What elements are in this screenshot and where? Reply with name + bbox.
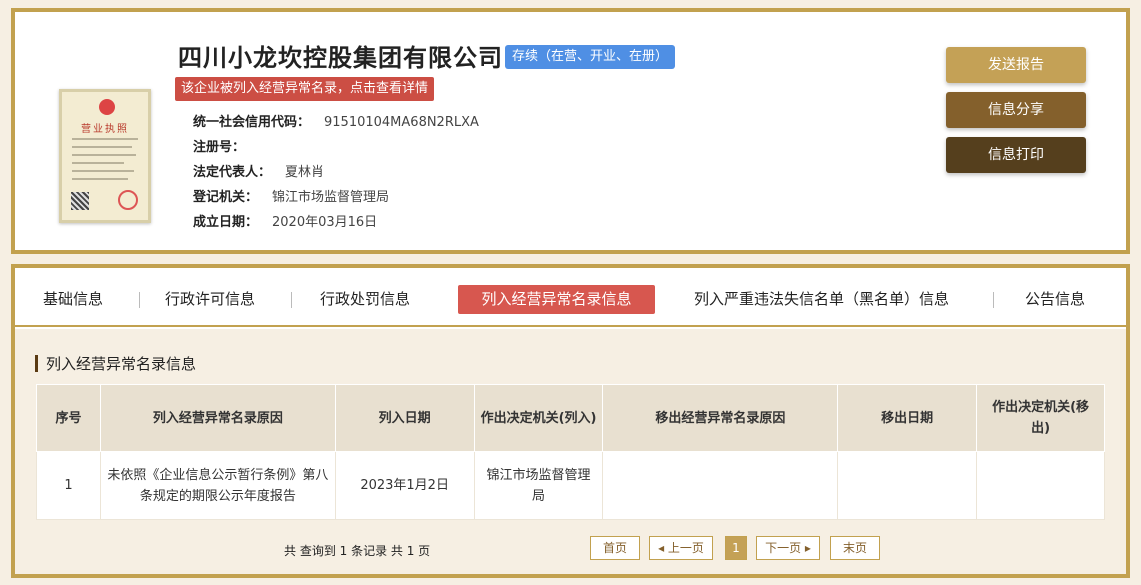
info-value: 锦江市场监督管理局	[272, 190, 390, 205]
license-line	[72, 170, 134, 172]
col-header-authority-in: 作出决定机关(列入)	[473, 384, 604, 452]
cell-authority-out	[976, 451, 1105, 520]
info-value: 夏林肖	[285, 165, 325, 180]
cell-date-in: 2023年1月2日	[334, 451, 475, 520]
tab-divider	[993, 292, 994, 308]
col-header-authority-out: 作出决定机关(移出)	[976, 384, 1105, 452]
license-title: 营业执照	[81, 124, 129, 135]
info-legal-rep: 法定代表人： 夏林肖	[193, 161, 324, 180]
qr-code-icon	[71, 192, 89, 210]
current-page-button[interactable]: 1	[725, 536, 747, 560]
national-emblem-icon	[99, 99, 115, 115]
status-badge: 存续（在营、开业、在册）	[505, 45, 676, 69]
cell-date-out	[837, 451, 978, 520]
tab-admin-penalty[interactable]: 行政处罚信息	[320, 285, 410, 314]
section-title: 列入经营异常名录信息	[46, 355, 197, 373]
send-report-button[interactable]: 发送报告	[946, 47, 1086, 83]
license-line	[72, 178, 128, 180]
info-label: 统一社会信用代码：	[193, 115, 311, 130]
info-value: 91510104MA68N2RLXA	[324, 115, 479, 130]
tab-blacklist[interactable]: 列入严重违法失信名单（黑名单）信息	[694, 285, 949, 314]
license-line	[72, 146, 132, 148]
info-value: 2020年03月16日	[272, 215, 378, 230]
col-header-date-in: 列入日期	[334, 384, 475, 452]
cell-authority-in: 锦江市场监督管理局	[473, 451, 604, 520]
company-name: 四川小龙坎控股集团有限公司	[178, 44, 503, 72]
col-header-reason-in: 列入经营异常名录原因	[99, 384, 336, 452]
details-card: 基础信息 行政许可信息 行政处罚信息 列入经营异常名录信息 列入严重违法失信名单…	[11, 264, 1130, 578]
tab-divider	[291, 292, 292, 308]
cell-reason-out	[602, 451, 839, 520]
license-line	[72, 162, 124, 164]
last-page-button[interactable]: 末页	[830, 536, 880, 560]
info-label: 成立日期：	[193, 215, 259, 230]
license-line	[72, 138, 138, 140]
info-credit-code: 统一社会信用代码： 91510104MA68N2RLXA	[193, 111, 479, 130]
record-summary: 共 查询到 1 条记录 共 1 页	[284, 544, 431, 558]
cell-reason-in: 未依照《企业信息公示暂行条例》第八条规定的期限公示年度报告	[99, 451, 336, 520]
col-header-date-out: 移出日期	[837, 384, 978, 452]
info-reg-authority: 登记机关： 锦江市场监督管理局	[193, 186, 389, 205]
tab-announcements[interactable]: 公告信息	[1025, 285, 1085, 314]
info-reg-number: 注册号：	[193, 136, 259, 155]
next-page-button[interactable]: 下一页 ▸	[756, 536, 820, 560]
tab-divider	[139, 292, 140, 308]
info-label: 注册号：	[193, 140, 246, 155]
col-header-reason-out: 移出经营异常名录原因	[602, 384, 839, 452]
first-page-button[interactable]: 首页	[590, 536, 640, 560]
share-info-button[interactable]: 信息分享	[946, 92, 1086, 128]
business-license-image[interactable]: 营业执照	[59, 89, 151, 223]
info-founded-date: 成立日期： 2020年03月16日	[193, 211, 377, 230]
table-header-row: 序号 列入经营异常名录原因 列入日期 作出决定机关(列入) 移出经营异常名录原因…	[36, 384, 1105, 452]
tab-admin-license[interactable]: 行政许可信息	[165, 285, 255, 314]
tab-basic-info[interactable]: 基础信息	[43, 285, 103, 314]
col-header-index: 序号	[36, 384, 101, 452]
cell-index: 1	[36, 451, 101, 520]
license-line	[72, 154, 136, 156]
company-header-card: 营业执照 四川小龙坎控股集团有限公司 存续（在营、开业、在册） 该企业被列入经营…	[11, 8, 1130, 254]
official-seal-icon	[118, 190, 138, 210]
tab-abnormal-list[interactable]: 列入经营异常名录信息	[458, 285, 655, 314]
tab-content: 列入经营异常名录信息 序号 列入经营异常名录原因 列入日期 作出决定机关(列入)…	[15, 329, 1126, 574]
prev-page-button[interactable]: ◂ 上一页	[649, 536, 713, 560]
print-info-button[interactable]: 信息打印	[946, 137, 1086, 173]
table-row: 1 未依照《企业信息公示暂行条例》第八条规定的期限公示年度报告 2023年1月2…	[36, 451, 1105, 520]
abnormal-list-notice[interactable]: 该企业被列入经营异常名录，点击查看详情	[175, 77, 435, 101]
abnormal-list-table: 序号 列入经营异常名录原因 列入日期 作出决定机关(列入) 移出经营异常名录原因…	[36, 384, 1105, 520]
info-label: 法定代表人：	[193, 165, 272, 180]
info-label: 登记机关：	[193, 190, 259, 205]
tab-bar: 基础信息 行政许可信息 行政处罚信息 列入经营异常名录信息 列入严重违法失信名单…	[15, 268, 1126, 327]
